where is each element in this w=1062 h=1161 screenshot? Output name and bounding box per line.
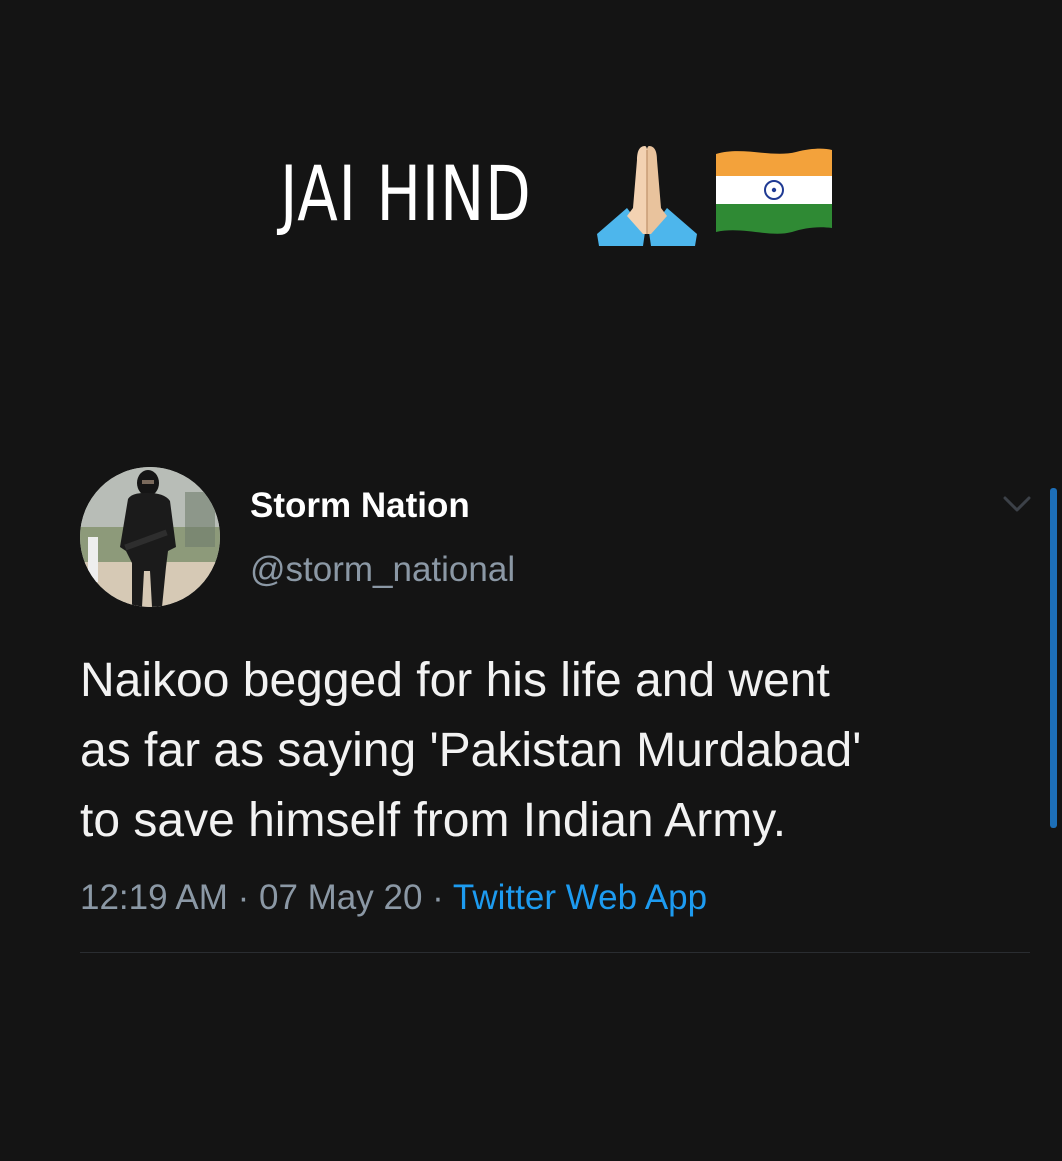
avatar-photo xyxy=(80,467,220,607)
tweet-text-line: as far as saying 'Pakistan Murdabad' xyxy=(80,724,862,777)
tweet-metadata: 12:19 AM · 07 May 20 · Twitter Web App xyxy=(80,878,707,918)
tweet-text: Naikoo begged for his life and went as f… xyxy=(80,646,1020,856)
user-handle[interactable]: @storm_national xyxy=(250,550,515,590)
banner-text: JAI HIND xyxy=(280,148,532,238)
tweet-text-line: to save himself from Indian Army. xyxy=(80,794,787,847)
tweet-source-link[interactable]: Twitter Web App xyxy=(453,878,707,917)
tweet-time[interactable]: 12:19 AM xyxy=(80,878,228,917)
folded-hands-icon xyxy=(597,146,697,246)
tweet-text-line: Naikoo begged for his life and went xyxy=(80,654,830,707)
chevron-down-icon[interactable] xyxy=(1000,492,1034,516)
banner: JAI HIND xyxy=(280,138,832,248)
tweet-date[interactable]: 07 May 20 xyxy=(259,878,422,917)
meta-separator: · xyxy=(422,878,453,917)
avatar[interactable] xyxy=(80,467,220,607)
india-flag-icon xyxy=(716,148,832,234)
meta-separator: · xyxy=(227,878,259,917)
scrollbar[interactable] xyxy=(1050,488,1057,828)
divider xyxy=(80,952,1030,953)
display-name[interactable]: Storm Nation xyxy=(250,486,470,526)
